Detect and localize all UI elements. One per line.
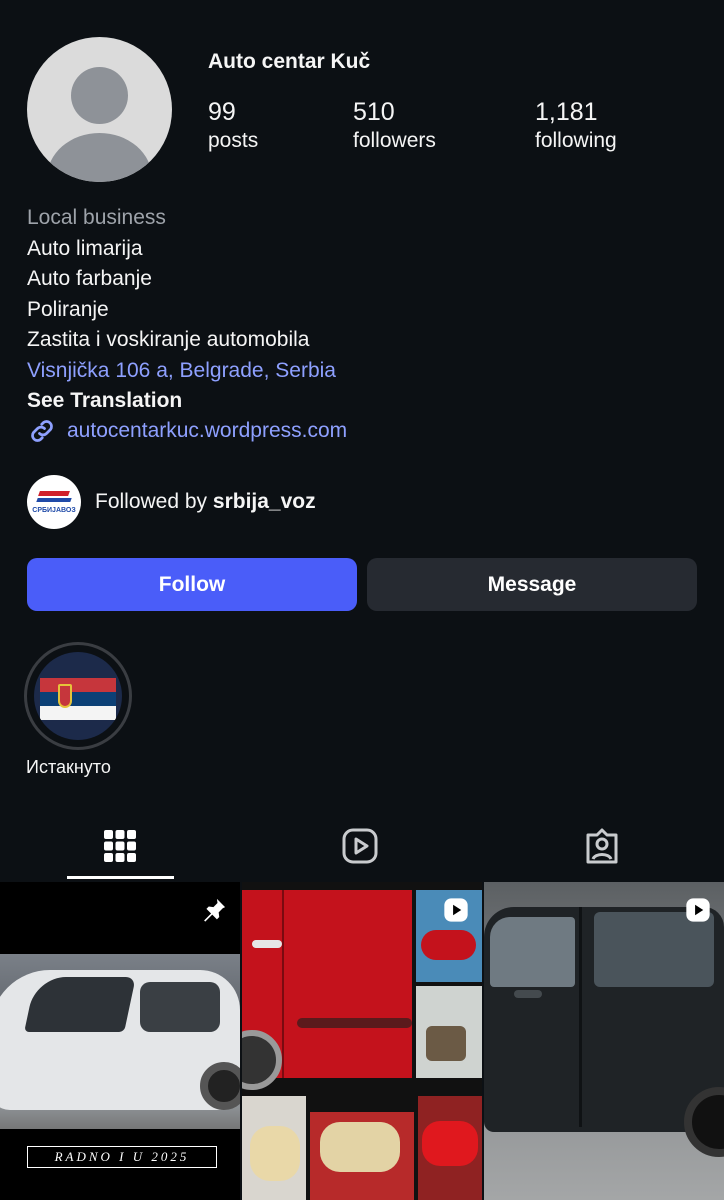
logo-stripe-red [38, 491, 70, 496]
grid-icon [104, 830, 136, 862]
tagged-icon [586, 828, 618, 864]
followed-by-username: srbija_voz [212, 490, 316, 513]
profile-tabs [0, 820, 724, 880]
red-car-image [242, 890, 412, 1090]
profile-name: Auto centar Kuč [208, 50, 371, 73]
post-thumbnail[interactable]: RADNO I U 2025 [0, 882, 240, 1200]
profile-bio: Local business Auto limarija Auto farban… [27, 203, 336, 417]
stat-following-label: following [535, 129, 617, 152]
bio-category: Local business [27, 206, 166, 229]
stat-following[interactable]: 1,181 following [535, 98, 617, 153]
logo-stripe-blue [36, 498, 72, 502]
bio-line: Auto farbanje [27, 267, 152, 290]
bio-address-link[interactable]: Visnjička 106 a, Belgrade, Serbia [27, 356, 336, 387]
posts-grid: RADNO I U 2025 [0, 882, 724, 1200]
pin-icon [204, 898, 226, 922]
tab-tagged[interactable] [582, 826, 622, 866]
website-link[interactable]: autocentarkuc.wordpress.com [27, 416, 347, 446]
bio-line: Poliranje [27, 297, 109, 321]
stat-followers-count: 510 [353, 98, 395, 126]
highlight-cover [34, 652, 122, 740]
stat-posts-count: 99 [208, 98, 236, 126]
reels-icon [342, 828, 378, 864]
mutual-follower-avatar: СРБИЈАВОЗ [27, 475, 81, 529]
reel-play-icon [444, 898, 468, 922]
follow-button[interactable]: Follow [27, 558, 357, 611]
post-caption-overlay: RADNO I U 2025 [27, 1146, 217, 1168]
avatar-placeholder-body [47, 133, 152, 182]
see-translation-link[interactable]: See Translation [27, 386, 336, 417]
profile-avatar[interactable] [27, 37, 172, 182]
stat-followers-label: followers [353, 129, 436, 152]
reel-play-icon [686, 898, 710, 922]
followed-by-row[interactable]: СРБИЈАВОЗ Followed by srbija_voz [27, 475, 316, 529]
serbian-flag-icon [40, 678, 116, 720]
link-icon [31, 420, 53, 442]
stat-posts-label: posts [208, 129, 259, 152]
bio-line: Auto limarija [27, 236, 143, 260]
mutual-avatar-logo-text: СРБИЈАВОЗ [32, 507, 76, 514]
stat-posts[interactable]: 99 posts [208, 98, 258, 153]
tab-reels[interactable] [340, 826, 380, 866]
coat-of-arms-icon [58, 684, 72, 708]
avatar-placeholder-head [71, 67, 128, 124]
stat-following-count: 1,181 [535, 98, 598, 126]
message-button[interactable]: Message [367, 558, 697, 611]
followed-by-prefix: Followed by [95, 490, 208, 513]
stat-followers[interactable]: 510 followers [353, 98, 436, 153]
post-thumbnail[interactable] [484, 882, 724, 1200]
story-highlight[interactable] [24, 642, 132, 750]
website-url: autocentarkuc.wordpress.com [67, 419, 348, 442]
active-tab-indicator [67, 876, 174, 879]
bio-line: Zastita i voskiranje automobila [27, 328, 310, 351]
tab-posts-grid[interactable] [100, 826, 140, 866]
highlight-label: Истакнуто [26, 757, 111, 777]
post-thumbnail[interactable] [242, 882, 482, 1200]
